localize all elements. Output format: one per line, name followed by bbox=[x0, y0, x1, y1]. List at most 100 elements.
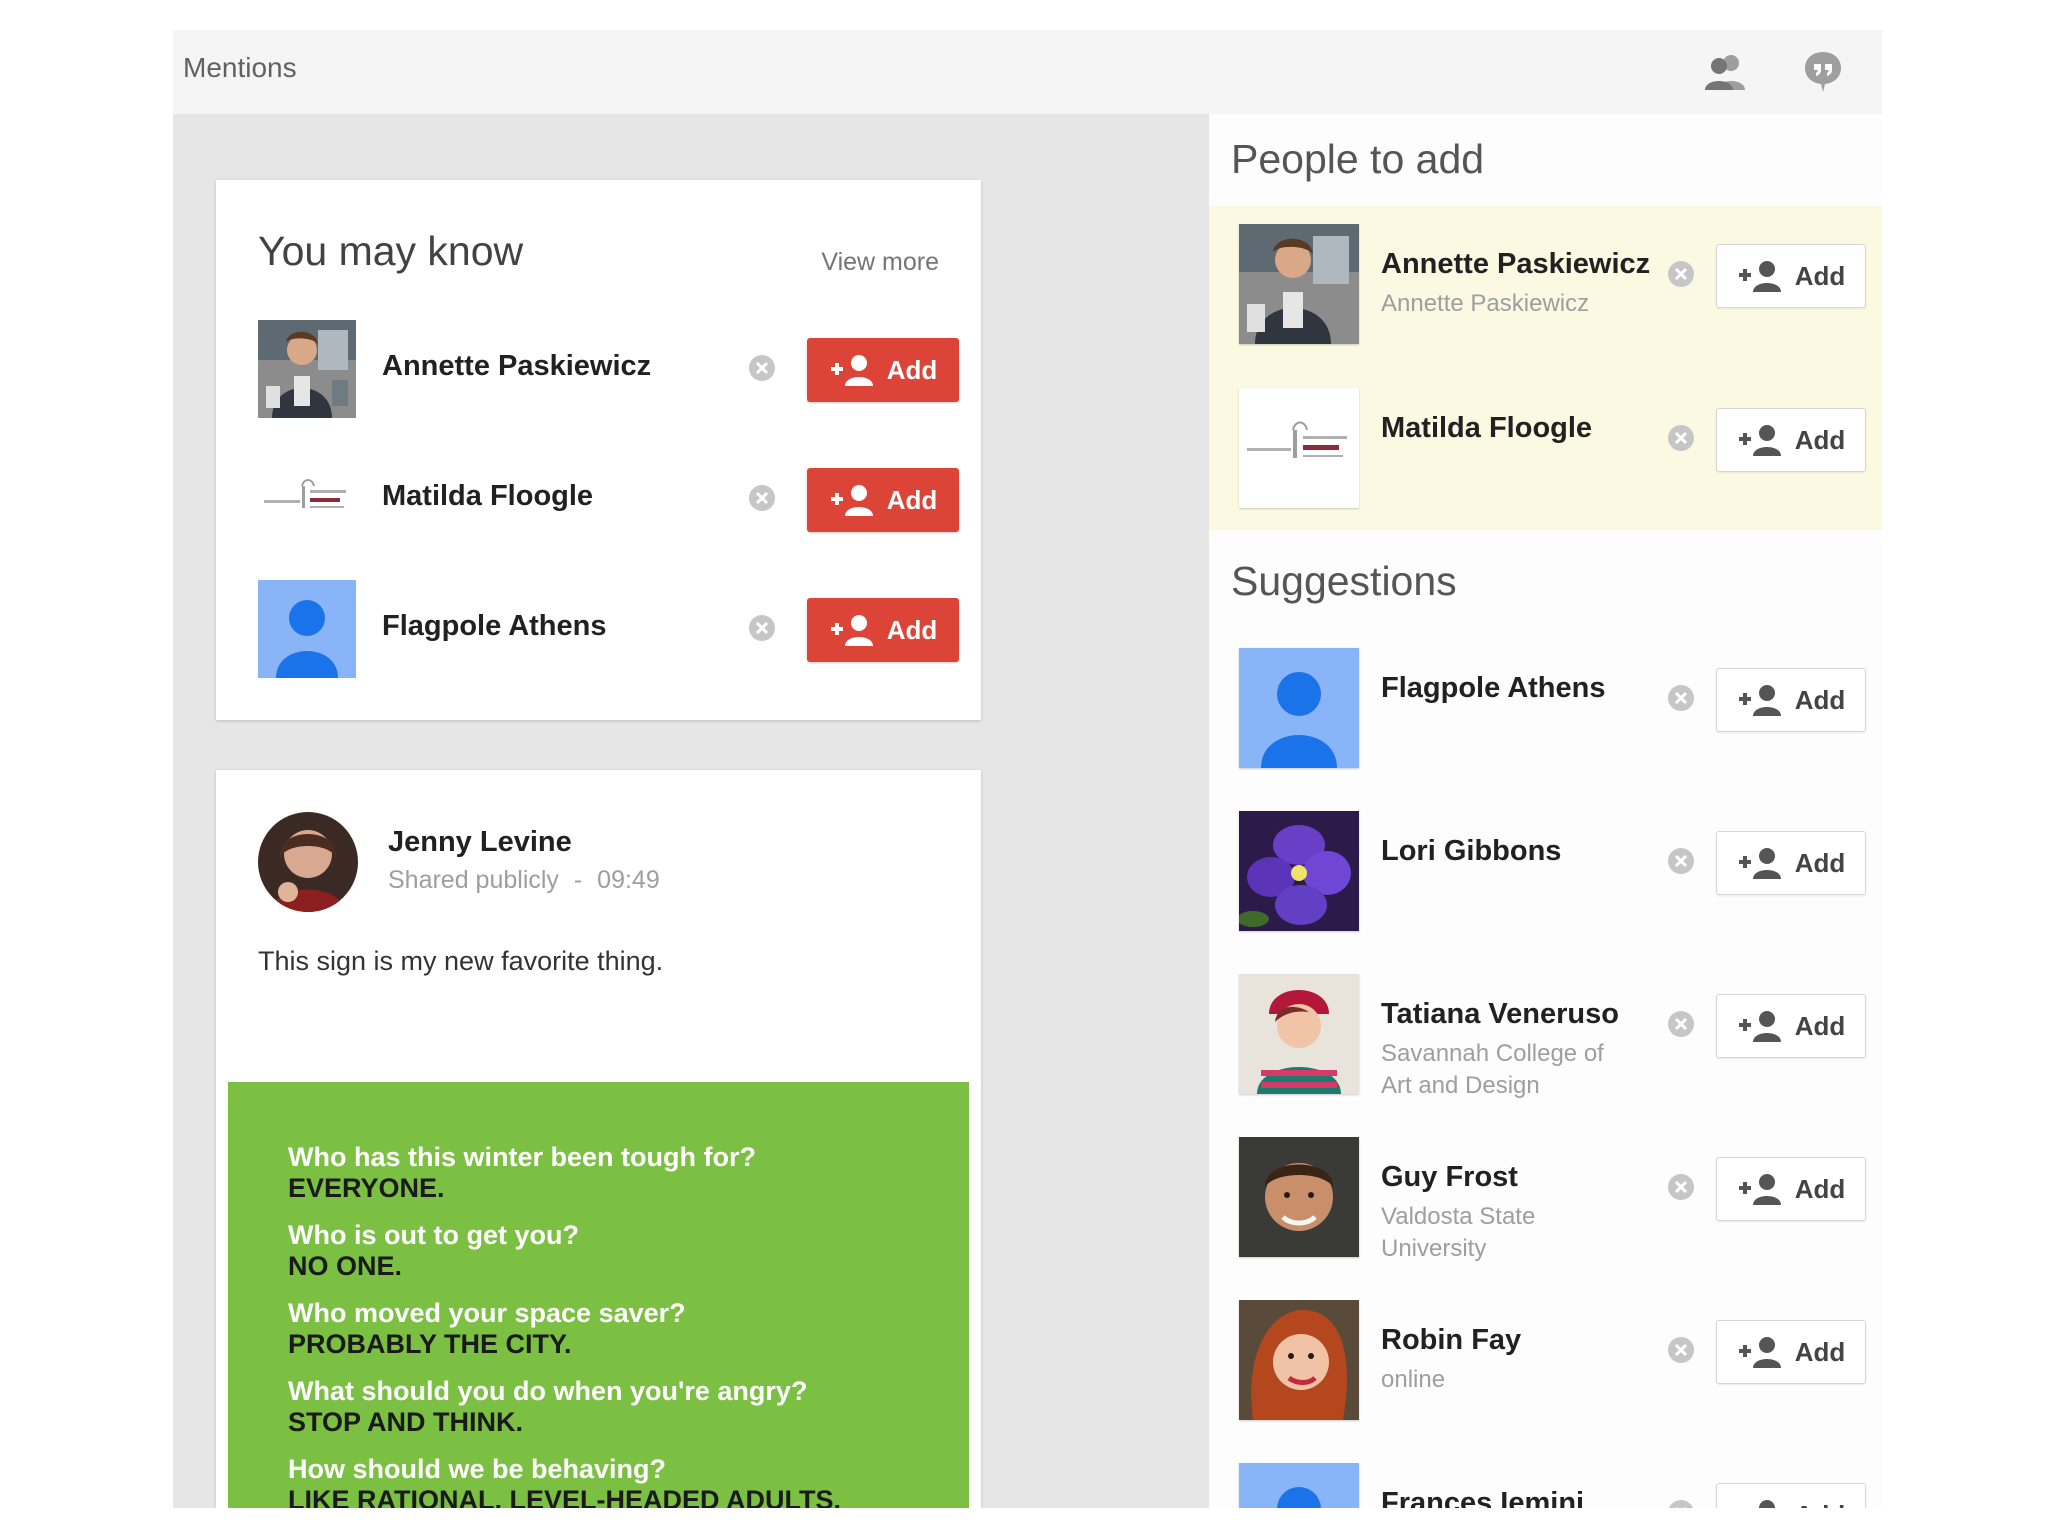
add-person-icon bbox=[1738, 261, 1781, 292]
avatar[interactable] bbox=[1239, 974, 1359, 1094]
post-meta: Shared publicly - 09:49 bbox=[388, 866, 660, 895]
default-avatar[interactable] bbox=[1239, 648, 1359, 768]
dismiss-icon[interactable] bbox=[1667, 1499, 1695, 1508]
people-icon[interactable] bbox=[1699, 46, 1751, 98]
dismiss-icon[interactable] bbox=[1667, 1173, 1695, 1201]
add-button[interactable]: Add bbox=[1716, 408, 1866, 472]
sign-answer: NO ONE. bbox=[288, 1251, 403, 1281]
list-item: Frances Iemini Add bbox=[1239, 1463, 1869, 1508]
person-name[interactable]: Flagpole Athens bbox=[382, 610, 607, 643]
sign-question: Who has this winter been tough for? bbox=[288, 1142, 756, 1172]
post-card: Jenny Levine Shared publicly - 09:49 Thi… bbox=[216, 770, 981, 1508]
default-avatar[interactable] bbox=[1239, 1463, 1359, 1508]
add-button-label: Add bbox=[1794, 260, 1846, 291]
person-subtitle: Valdosta State University bbox=[1381, 1203, 1536, 1262]
person-name[interactable]: Tatiana Veneruso bbox=[1381, 998, 1619, 1031]
add-person-icon bbox=[1738, 1337, 1781, 1368]
add-button-label: Add bbox=[886, 484, 938, 515]
person-subtitle: online bbox=[1381, 1366, 1446, 1393]
add-button-label: Add bbox=[1794, 1336, 1846, 1367]
sign-line: What should you do when you're angry? ST… bbox=[288, 1376, 807, 1438]
dismiss-icon[interactable] bbox=[1667, 847, 1695, 875]
author-avatar[interactable] bbox=[258, 812, 358, 912]
dismiss-icon[interactable] bbox=[748, 614, 776, 642]
list-item: Robin Fay online Add bbox=[1239, 1300, 1869, 1422]
add-button[interactable]: Add bbox=[1716, 831, 1866, 895]
avatar[interactable] bbox=[1239, 1137, 1359, 1257]
add-button-label: Add bbox=[1794, 1010, 1846, 1041]
default-avatar[interactable] bbox=[258, 580, 356, 678]
person-name[interactable]: Annette Paskiewicz bbox=[382, 350, 651, 383]
add-button[interactable]: Add bbox=[1716, 1320, 1866, 1384]
add-button-label: Add bbox=[886, 354, 938, 385]
person-name[interactable]: Robin Fay bbox=[1381, 1324, 1521, 1357]
avatar[interactable] bbox=[1239, 224, 1359, 344]
sign-line: Who is out to get you? NO ONE. bbox=[288, 1220, 579, 1282]
feedback-icon[interactable] bbox=[1797, 46, 1849, 98]
avatar[interactable] bbox=[1239, 1300, 1359, 1420]
add-person-icon bbox=[1758, 1500, 1775, 1508]
add-button[interactable]: Add bbox=[807, 598, 959, 662]
add-button-label: Add bbox=[1794, 684, 1846, 715]
you-may-know-heading: You may know bbox=[258, 228, 524, 274]
sign-answer: LIKE RATIONAL, LEVEL-HEADED ADULTS. bbox=[288, 1485, 841, 1508]
add-button-label: Add bbox=[1795, 1500, 1846, 1509]
view-more-link[interactable]: View more bbox=[821, 248, 939, 277]
dismiss-icon[interactable] bbox=[1667, 1336, 1695, 1364]
sign-question: Who moved your space saver? bbox=[288, 1298, 686, 1328]
dismiss-icon[interactable] bbox=[748, 484, 776, 512]
person-name[interactable]: Annette Paskiewicz bbox=[1381, 248, 1650, 281]
dismiss-icon[interactable] bbox=[1667, 260, 1695, 288]
you-may-know-card: You may know View more Annette Paskiewic… bbox=[216, 180, 981, 720]
add-button[interactable]: Add bbox=[1716, 1157, 1866, 1221]
page-title: Mentions bbox=[183, 52, 297, 83]
person-name[interactable]: Flagpole Athens bbox=[1381, 672, 1606, 705]
add-person-icon bbox=[830, 355, 873, 386]
list-item: Annette Paskiewicz Add bbox=[258, 320, 959, 420]
mentions-window: Mentions You may know View more Annette … bbox=[173, 30, 1882, 1508]
list-item: Guy Frost Valdosta State University Add bbox=[1239, 1137, 1869, 1262]
list-item: Matilda Floogle Add bbox=[258, 450, 959, 550]
post-image[interactable]: Who has this winter been tough for? EVER… bbox=[228, 1082, 969, 1508]
add-person-icon bbox=[1738, 685, 1781, 716]
add-button[interactable]: Add bbox=[807, 338, 959, 402]
add-button[interactable]: Add bbox=[1716, 994, 1866, 1058]
person-name[interactable]: Guy Frost bbox=[1381, 1161, 1518, 1194]
sign-line: How should we be behaving? LIKE RATIONAL… bbox=[288, 1454, 841, 1508]
add-button-label: Add bbox=[1794, 847, 1846, 878]
dismiss-icon[interactable] bbox=[1667, 684, 1695, 712]
people-to-add-heading: People to add bbox=[1231, 136, 1485, 182]
add-person-icon bbox=[1738, 848, 1781, 879]
list-item: Flagpole Athens Add bbox=[1239, 648, 1869, 770]
top-bar: Mentions bbox=[173, 30, 1882, 114]
sign-question: Who is out to get you? bbox=[288, 1220, 579, 1250]
sign-line: Who moved your space saver? PROBABLY THE… bbox=[288, 1298, 686, 1360]
add-button[interactable]: Add bbox=[1716, 244, 1866, 308]
avatar[interactable] bbox=[258, 450, 356, 548]
post-visibility[interactable]: Shared publicly bbox=[388, 866, 559, 894]
author-name[interactable]: Jenny Levine bbox=[388, 826, 572, 859]
list-item: Matilda Floogle Add bbox=[1239, 388, 1869, 510]
person-name[interactable]: Frances Iemini bbox=[1381, 1487, 1584, 1508]
list-item: Lori Gibbons Add bbox=[1239, 811, 1869, 933]
post-time[interactable]: 09:49 bbox=[597, 866, 660, 894]
add-person-icon bbox=[1738, 1011, 1781, 1042]
dismiss-icon[interactable] bbox=[748, 354, 776, 382]
person-name[interactable]: Matilda Floogle bbox=[382, 480, 593, 513]
add-button[interactable]: Add bbox=[807, 468, 959, 532]
add-button-label: Add bbox=[1794, 1173, 1846, 1204]
meta-separator: - bbox=[573, 866, 583, 894]
sign-question: What should you do when you're angry? bbox=[288, 1376, 808, 1406]
avatar[interactable] bbox=[1239, 388, 1359, 508]
person-name[interactable]: Lori Gibbons bbox=[1381, 835, 1561, 868]
person-subtitle: Savannah College of Art and Design bbox=[1381, 1040, 1604, 1099]
dismiss-icon[interactable] bbox=[1667, 1010, 1695, 1038]
add-button[interactable]: Add bbox=[1716, 1483, 1866, 1508]
add-button[interactable]: Add bbox=[1716, 668, 1866, 732]
add-person-icon bbox=[1738, 425, 1781, 456]
person-name[interactable]: Matilda Floogle bbox=[1381, 412, 1592, 445]
dismiss-icon[interactable] bbox=[1667, 424, 1695, 452]
list-item: Flagpole Athens Add bbox=[258, 580, 959, 680]
avatar[interactable] bbox=[1239, 811, 1359, 931]
avatar[interactable] bbox=[258, 320, 356, 418]
